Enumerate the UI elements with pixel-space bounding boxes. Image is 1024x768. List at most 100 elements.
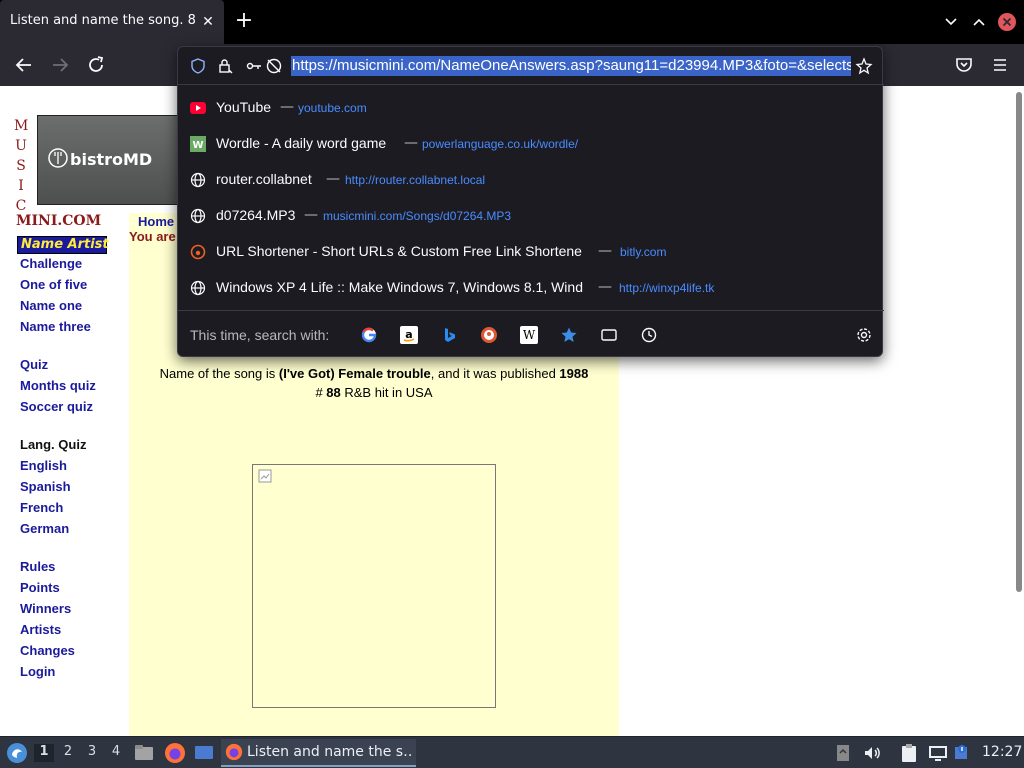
shield-icon[interactable] (189, 57, 207, 75)
clock: 12:27 (982, 744, 1023, 760)
suggestion-title: Windows XP 4 Life :: Make Windows 7, Win… (216, 279, 583, 295)
sidebar-link-winners[interactable]: Winners (20, 601, 71, 616)
back-icon[interactable] (12, 53, 36, 77)
sidebar-link-english[interactable]: English (20, 458, 67, 473)
separator-dash: — (280, 99, 294, 115)
close-window-icon[interactable] (997, 12, 1017, 32)
separator-dash: — (404, 135, 418, 151)
bing-icon[interactable] (440, 326, 458, 344)
menu-icon[interactable] (988, 53, 1012, 77)
song-title: (I've Got) Female trouble (278, 366, 431, 381)
firefox-icon (225, 743, 243, 761)
sidebar-link-quiz[interactable]: Quiz (20, 357, 48, 372)
sidebar-link-login[interactable]: Login (20, 664, 55, 679)
bookmarks-star-icon[interactable] (560, 326, 578, 344)
wikipedia-icon[interactable]: W (520, 326, 538, 344)
forward-icon[interactable] (48, 53, 72, 77)
search-with-label: This time, search with: (190, 327, 330, 343)
suggestion-youtube[interactable]: YouTube — youtube.com (178, 90, 884, 126)
chart-rank-line: # 88 R&B hit in USA (129, 385, 619, 400)
reload-icon[interactable] (84, 53, 108, 77)
workspace-4[interactable]: 4 (106, 744, 126, 762)
logo-text: bistroMD (70, 150, 153, 169)
tabs-icon[interactable] (600, 326, 618, 344)
google-icon[interactable] (360, 326, 378, 344)
volume-icon[interactable] (862, 743, 882, 763)
song-year: 1988 (559, 366, 589, 381)
workspace-1[interactable]: 1 (34, 744, 54, 762)
logo-letters: M U S I C (14, 116, 28, 216)
page-scrollbar[interactable] (1012, 86, 1024, 736)
firefox-launcher-icon[interactable] (164, 742, 186, 764)
rank-prefix: # (315, 385, 327, 400)
suggestion-winxp4life[interactable]: Windows XP 4 Life :: Make Windows 7, Win… (178, 270, 884, 306)
lock-icon[interactable] (216, 57, 234, 75)
url-bar-dropdown: https://musicmini.com/NameOneAnswers.asp… (177, 46, 884, 357)
sidebar-link-changes[interactable]: Changes (20, 643, 75, 658)
separator-dash: — (598, 243, 612, 259)
duckduckgo-icon[interactable] (480, 326, 498, 344)
globe-icon (190, 208, 206, 224)
tray-scroll-icon[interactable] (834, 744, 852, 762)
sidebar-link-artists[interactable]: Artists (20, 622, 61, 637)
clipboard-icon[interactable] (900, 743, 918, 763)
permissions-icon[interactable] (245, 57, 263, 75)
pocket-icon[interactable] (952, 53, 976, 77)
sidebar-link-soccer-quiz[interactable]: Soccer quiz (20, 399, 93, 414)
suggestion-wordle[interactable]: W Wordle - A daily word game — powerlang… (178, 126, 884, 162)
home-link[interactable]: Home (138, 214, 174, 229)
taskbar: 1 2 3 4 Listen and name the s… 12:27 (0, 736, 1024, 768)
tab-title: Listen and name the song. 86 (10, 13, 196, 28)
network-icon[interactable] (928, 743, 948, 763)
sidebar-link-spanish[interactable]: Spanish (20, 479, 71, 494)
amazon-icon[interactable]: a (400, 326, 418, 344)
suggestion-router[interactable]: router.collabnet — http://router.collabn… (178, 162, 884, 198)
workspace-3[interactable]: 3 (82, 744, 102, 762)
sidebar-link-german[interactable]: German (20, 521, 69, 536)
sidebar-link-challenge[interactable]: Challenge (20, 256, 82, 271)
update-notifier-icon[interactable] (954, 743, 974, 763)
tab-active[interactable]: Listen and name the song. 86 ✕ (0, 0, 224, 44)
sidebar-link-french[interactable]: French (20, 500, 63, 515)
logo-letter: S (16, 158, 26, 174)
autoplay-blocked-icon[interactable] (265, 57, 283, 75)
workspace-2[interactable]: 2 (58, 744, 78, 762)
chevron-up-icon[interactable] (969, 12, 989, 32)
suggestion-url: musicmini.com/Songs/d07264.MP3 (323, 209, 512, 223)
name-artist-button[interactable]: Name Artist (17, 236, 109, 254)
song-info-line: Name of the song is (I've Got) Female tr… (129, 366, 619, 381)
sidebar-link-one-of-five[interactable]: One of five (20, 277, 87, 292)
bitly-icon (190, 244, 206, 260)
bookmark-star-icon[interactable] (855, 57, 873, 75)
suggestion-bitly[interactable]: URL Shortener - Short URLs & Custom Free… (178, 234, 884, 270)
fork-icon (48, 148, 68, 168)
suggestion-title: URL Shortener - Short URLs & Custom Free… (216, 243, 582, 259)
search-settings-gear-icon[interactable] (855, 326, 873, 344)
sidebar-link-months-quiz[interactable]: Months quiz (20, 378, 96, 393)
start-menu-icon[interactable] (6, 742, 28, 764)
sidebar-link-points[interactable]: Points (20, 580, 60, 595)
desktop-icon[interactable] (194, 743, 214, 763)
url-input[interactable]: https://musicmini.com/NameOneAnswers.asp… (291, 56, 851, 76)
sidebar-link-name-three[interactable]: Name three (20, 319, 91, 334)
globe-icon (190, 280, 206, 296)
new-tab-icon[interactable]: + (232, 10, 256, 34)
taskbar-firefox-window[interactable]: Listen and name the s… (221, 739, 416, 767)
rank-value: 88 (326, 385, 341, 400)
suggestion-url: powerlanguage.co.uk/wordle/ (422, 137, 579, 151)
sidebar-link-rules[interactable]: Rules (20, 559, 55, 574)
tab-close-icon[interactable]: ✕ (198, 12, 218, 32)
logo-banner[interactable]: bistroMD (37, 115, 182, 205)
suggestion-mp3[interactable]: d07264.MP3 — musicmini.com/Songs/d07264.… (178, 198, 884, 234)
suggestion-url: youtube.com (298, 101, 367, 115)
chevron-down-icon[interactable] (941, 12, 961, 32)
you-are-label: You are (129, 229, 176, 244)
song-prefix: Name of the song is (159, 366, 279, 381)
artist-image-placeholder (252, 464, 496, 708)
sidebar-heading-lang-quiz: Lang. Quiz (20, 437, 87, 452)
tab-strip: Listen and name the song. 86 ✕ + (0, 0, 1024, 44)
sidebar-link-name-one[interactable]: Name one (20, 298, 82, 313)
file-manager-icon[interactable] (134, 743, 154, 763)
scrollbar-thumb[interactable] (1016, 92, 1022, 592)
history-clock-icon[interactable] (640, 326, 658, 344)
